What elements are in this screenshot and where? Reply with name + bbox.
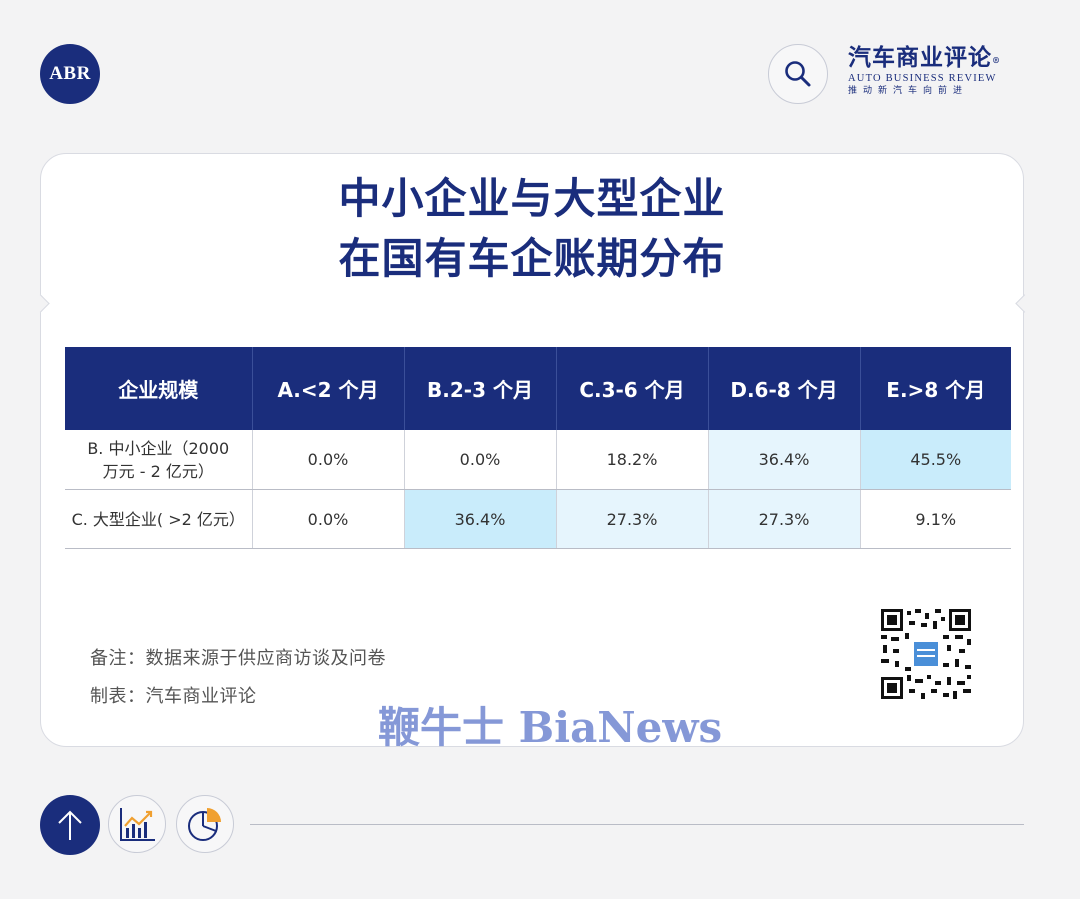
brand-tagline: 推动新汽车向前进: [848, 86, 969, 96]
brand-name-en: AUTO BUSINESS REVIEW: [848, 73, 997, 84]
table-cell: 45.5%: [860, 430, 1011, 490]
chart-title-line2: 在国有车企账期分布: [338, 234, 726, 283]
header-gt-8-months: E.>8 个月: [860, 347, 1011, 430]
line-chart-icon: [120, 808, 155, 841]
brand-name-cn: 汽车商业评论: [848, 44, 992, 71]
source-note: 备注：数据来源于供应商访谈及问卷: [90, 648, 386, 669]
table-row: C. 大型企业( >2 亿元） 0.0% 36.4% 27.3% 27.3% 9…: [65, 489, 1011, 549]
table-cell: 27.3%: [556, 489, 709, 549]
bianews-watermark: 鞭牛士 BiaNews: [378, 703, 723, 752]
arrow-up-icon: [58, 810, 82, 840]
row-label-sme-line1: B. 中小企业（2000: [87, 438, 230, 458]
header-6-8-months: D.6-8 个月: [708, 347, 861, 430]
qr-code: [881, 609, 971, 699]
table-cell: 36.4%: [404, 489, 557, 549]
abr-logo-badge[interactable]: ABR: [40, 44, 100, 104]
table-cell: 27.3%: [708, 489, 861, 549]
search-button[interactable]: [768, 44, 828, 104]
brand-logo: 汽车商业评论® AUTO BUSINESS REVIEW 推动新汽车向前进: [848, 44, 1028, 98]
search-icon: [785, 61, 811, 87]
scroll-top-button[interactable]: [40, 795, 100, 855]
pie-chart-icon: [188, 808, 221, 841]
bottom-divider: [250, 824, 1024, 825]
header-3-6-months: C.3-6 个月: [556, 347, 709, 430]
payment-term-table: 企业规模 A.<2 个月 B.2-3 个月 C.3-6 个月 D.6-8 个月 …: [65, 347, 1011, 549]
table-header-row: 企业规模 A.<2 个月 B.2-3 个月 C.3-6 个月 D.6-8 个月 …: [65, 347, 1011, 430]
table-cell: 9.1%: [860, 489, 1011, 549]
line-chart-button[interactable]: [108, 795, 166, 853]
row-label-sme-line2: 万元 - 2 亿元）: [102, 461, 214, 481]
pie-chart-button[interactable]: [176, 795, 234, 853]
table-cell: 36.4%: [708, 430, 861, 490]
row-label-large: C. 大型企业( >2 亿元）: [65, 489, 253, 549]
chart-title-line1: 中小企业与大型企业: [338, 174, 726, 223]
table-row: B. 中小企业（2000 万元 - 2 亿元） 0.0% 0.0% 18.2% …: [65, 430, 1011, 490]
table-cell: 18.2%: [556, 430, 709, 490]
table-cell: 0.0%: [252, 489, 405, 549]
row-label-sme: B. 中小企业（2000 万元 - 2 亿元）: [65, 430, 253, 490]
table-cell: 0.0%: [252, 430, 405, 490]
table-maker-note: 制表：汽车商业评论: [90, 686, 257, 707]
header-company-size: 企业规模: [65, 347, 253, 430]
header-2-3-months: B.2-3 个月: [404, 347, 557, 430]
header-lt-2-months: A.<2 个月: [252, 347, 405, 430]
table-cell: 0.0%: [404, 430, 557, 490]
registered-mark: ®: [992, 55, 1001, 65]
